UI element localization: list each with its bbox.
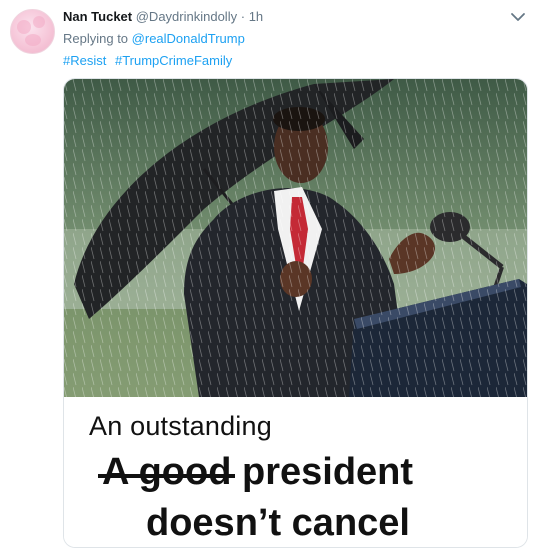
replying-prefix: Replying to xyxy=(63,31,129,46)
mention-link[interactable]: @realDonaldTrump xyxy=(132,31,245,46)
image-caption: An outstanding A good president doesn’t … xyxy=(64,397,527,547)
caption-line-2: A good president xyxy=(97,451,414,494)
hashtag-link[interactable]: #TrumpCrimeFamily xyxy=(115,53,232,68)
replying-to: Replying to @realDonaldTrump xyxy=(63,31,245,46)
chevron-down-icon[interactable] xyxy=(509,10,527,24)
hashtag-link[interactable]: #Resist xyxy=(63,53,106,68)
tweet-header: Nan Tucket @Daydrinkindolly · 1h xyxy=(63,9,533,29)
caption-line-3: doesn’t cancel xyxy=(146,502,410,544)
timestamp[interactable]: 1h xyxy=(249,9,263,24)
tweet-media[interactable]: An outstanding A good president doesn’t … xyxy=(63,78,528,548)
avatar[interactable] xyxy=(10,9,55,54)
user-handle[interactable]: @Daydrinkindolly xyxy=(136,9,237,24)
caption-word: president xyxy=(242,451,414,493)
display-name[interactable]: Nan Tucket xyxy=(63,9,132,24)
tweet-text: #Resist #TrumpCrimeFamily xyxy=(63,53,237,68)
struck-text: A good xyxy=(97,451,236,493)
caption-line-1: An outstanding xyxy=(89,411,272,441)
photo xyxy=(64,79,527,397)
separator: · xyxy=(240,9,246,24)
